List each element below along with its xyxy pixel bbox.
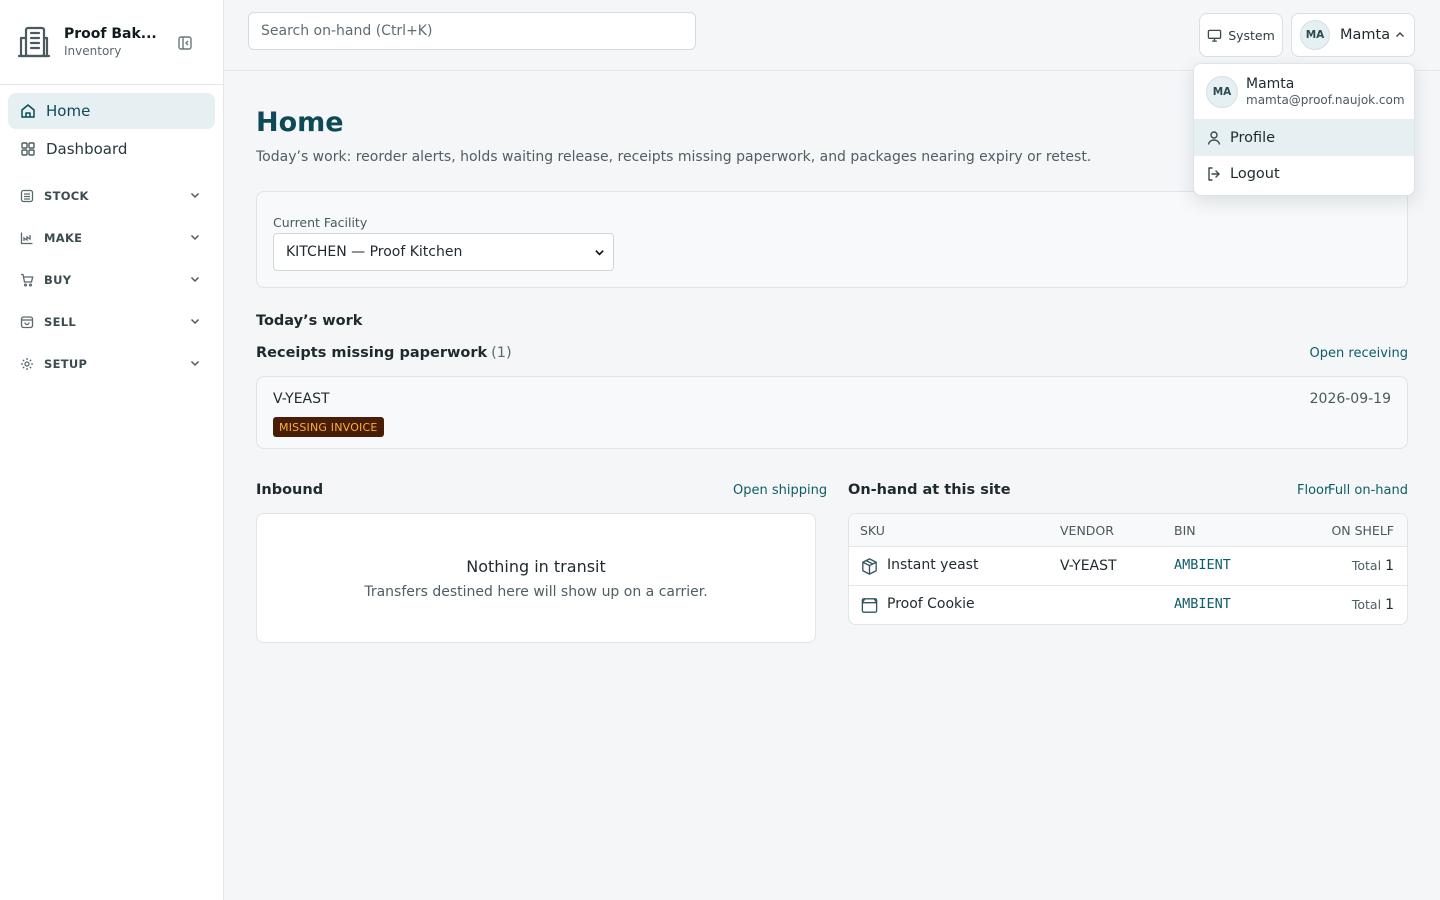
sidebar-group-label: MAKE bbox=[44, 231, 83, 245]
receipts-section-title: Receipts missing paperwork (1) bbox=[256, 345, 512, 361]
chevron-down-icon bbox=[190, 318, 200, 325]
sidebar-item-label: Dashboard bbox=[46, 140, 128, 158]
sidebar-group-label: BUY bbox=[44, 273, 72, 287]
monitor-icon bbox=[1207, 29, 1222, 42]
full-onhand-link[interactable]: Full on-hand bbox=[1328, 483, 1408, 498]
column-header-vendor[interactable]: VENDOR bbox=[1060, 523, 1114, 538]
table-header: SKU VENDOR BIN ON SHELF bbox=[849, 514, 1407, 547]
sidebar: Proof Bak... Inventory Home Dashboard ST… bbox=[0, 0, 224, 900]
chevron-down-icon bbox=[190, 360, 200, 367]
column-header-bin[interactable]: BIN bbox=[1174, 523, 1196, 538]
topbar: System MA Mamta bbox=[224, 0, 1440, 71]
sidebar-item-label: Home bbox=[46, 102, 91, 120]
user-icon bbox=[1207, 131, 1221, 145]
inbound-title: Inbound bbox=[256, 482, 324, 498]
bin: AMBIENT bbox=[1174, 596, 1231, 612]
facility-select[interactable]: KITCHEN — Proof Kitchen bbox=[273, 233, 614, 271]
brand: Proof Bak... Inventory bbox=[0, 0, 223, 85]
gear-icon bbox=[20, 357, 34, 371]
chevron-down-icon bbox=[595, 250, 604, 256]
user-menu-button[interactable]: MA Mamta bbox=[1291, 13, 1415, 57]
cart-icon bbox=[20, 273, 34, 287]
chevron-up-icon bbox=[1395, 31, 1405, 38]
theme-system-button[interactable]: System bbox=[1199, 13, 1283, 57]
avatar: MA bbox=[1300, 20, 1330, 50]
grid-icon bbox=[20, 141, 36, 157]
logout-icon bbox=[1208, 167, 1220, 181]
total-label: Total bbox=[1351, 558, 1382, 573]
todays-work-title: Today’s work bbox=[256, 313, 363, 329]
sidebar-group-label: SELL bbox=[44, 315, 76, 329]
avatar: MA bbox=[1206, 75, 1238, 108]
onhand-title: On-hand at this site bbox=[848, 482, 1011, 498]
table-row[interactable]: Proof Cookie AMBIENT Total 1 bbox=[849, 586, 1407, 624]
user-menu-name: Mamta bbox=[1246, 76, 1295, 92]
inbound-card: Nothing in transit Transfers destined he… bbox=[256, 513, 816, 643]
building-icon bbox=[16, 24, 52, 60]
user-name: Mamta bbox=[1340, 27, 1391, 43]
menu-item-logout[interactable]: Logout bbox=[1194, 156, 1414, 192]
receipts-title: Receipts missing paperwork bbox=[256, 345, 488, 361]
total-value: 1 bbox=[1385, 558, 1394, 574]
user-menu-header: MA Mamta mamta@proof.naujok.com bbox=[1194, 64, 1414, 120]
sidebar-group-stock[interactable]: STOCK bbox=[8, 175, 215, 217]
chart-icon bbox=[20, 231, 34, 245]
inbound-empty-title: Nothing in transit bbox=[466, 557, 606, 576]
page-description: Today’s work: reorder alerts, holds wait… bbox=[256, 149, 1092, 165]
warehouse-icon bbox=[20, 189, 34, 203]
page-title: Home bbox=[256, 107, 344, 138]
sidebar-item-home[interactable]: Home bbox=[8, 93, 215, 129]
total-value: 1 bbox=[1385, 597, 1394, 613]
on-shelf: Total 1 bbox=[1352, 597, 1394, 613]
user-menu-dropdown: MA Mamta mamta@proof.naujok.com Profile … bbox=[1193, 63, 1415, 196]
bag-icon bbox=[20, 315, 34, 329]
sidebar-group-buy[interactable]: BUY bbox=[8, 259, 215, 301]
facility-card: Current Facility KITCHEN — Proof Kitchen bbox=[256, 191, 1408, 288]
sidebar-group-make[interactable]: MAKE bbox=[8, 217, 215, 259]
home-icon bbox=[20, 103, 36, 119]
sku-name: Proof Cookie bbox=[887, 596, 975, 612]
collapse-sidebar-icon[interactable] bbox=[176, 34, 194, 52]
open-receiving-link[interactable]: Open receiving bbox=[1310, 346, 1408, 361]
facility-selected-value: KITCHEN — Proof Kitchen bbox=[286, 244, 463, 260]
table-row[interactable]: Instant yeast V-YEAST AMBIENT Total 1 bbox=[849, 547, 1407, 586]
box-icon bbox=[861, 598, 878, 613]
search-input[interactable] bbox=[248, 12, 696, 50]
vendor: V-YEAST bbox=[1060, 558, 1117, 574]
receipt-card[interactable]: V-YEAST 2026-09-19 MISSING INVOICE bbox=[256, 376, 1408, 449]
sidebar-group-setup[interactable]: SETUP bbox=[8, 343, 215, 385]
open-shipping-link[interactable]: Open shipping bbox=[733, 483, 827, 498]
user-menu-email: mamta@proof.naujok.com bbox=[1246, 93, 1405, 107]
package-icon bbox=[862, 558, 877, 575]
inbound-empty-subtitle: Transfers destined here will show up on … bbox=[364, 584, 708, 600]
sidebar-item-dashboard[interactable]: Dashboard bbox=[8, 131, 215, 167]
on-shelf: Total 1 bbox=[1352, 558, 1394, 574]
chevron-down-icon bbox=[190, 276, 200, 283]
sidebar-group-label: STOCK bbox=[44, 189, 89, 203]
bin: AMBIENT bbox=[1174, 557, 1231, 573]
status-badge: MISSING INVOICE bbox=[273, 417, 384, 437]
brand-name: Proof Bak... bbox=[64, 26, 157, 42]
receipt-vendor: V-YEAST bbox=[273, 391, 330, 407]
brand-subtitle: Inventory bbox=[64, 44, 122, 58]
column-header-sku[interactable]: SKU bbox=[860, 523, 885, 538]
receipt-date: 2026-09-19 bbox=[1309, 391, 1391, 407]
menu-item-label: Logout bbox=[1230, 166, 1280, 182]
sku-name: Instant yeast bbox=[887, 557, 979, 573]
facility-label: Current Facility bbox=[273, 215, 368, 230]
onhand-table: SKU VENDOR BIN ON SHELF Instant yeast V-… bbox=[848, 513, 1408, 625]
sidebar-nav: Home Dashboard STOCK MAKE BUY SELL SETUP bbox=[0, 85, 223, 393]
receipts-count: (1) bbox=[491, 345, 512, 361]
theme-label: System bbox=[1228, 27, 1275, 43]
chevron-down-icon bbox=[190, 234, 200, 241]
column-header-on-shelf[interactable]: ON SHELF bbox=[1331, 523, 1394, 538]
menu-item-label: Profile bbox=[1230, 130, 1276, 146]
floor-link[interactable]: Floor bbox=[1297, 483, 1329, 498]
total-label: Total bbox=[1351, 597, 1382, 612]
menu-item-profile[interactable]: Profile bbox=[1194, 120, 1414, 156]
chevron-down-icon bbox=[190, 192, 200, 199]
sidebar-group-sell[interactable]: SELL bbox=[8, 301, 215, 343]
sidebar-group-label: SETUP bbox=[44, 357, 88, 371]
